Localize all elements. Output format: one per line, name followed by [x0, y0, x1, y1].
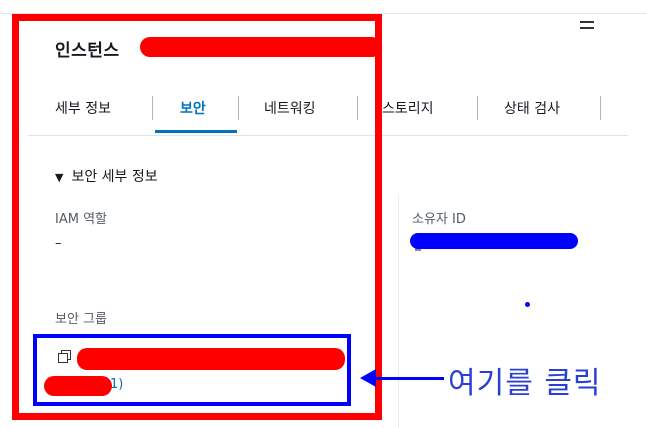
click-here-annotation: 여기를 클릭 — [448, 366, 602, 401]
blue-highlight-frame — [33, 334, 351, 406]
arrow-line — [372, 377, 444, 380]
dot-mark — [525, 302, 530, 307]
tab-status-checks[interactable]: 상태 검사 — [504, 98, 560, 118]
hamburger-menu-icon[interactable] — [580, 21, 594, 29]
owner-id-label: 소유자 ID — [412, 212, 466, 227]
tab-storage[interactable]: 스토리지 — [382, 98, 434, 118]
tab-separator — [477, 96, 478, 120]
top-bar — [0, 0, 647, 14]
tab-separator — [600, 96, 601, 120]
redacted-owner-id — [410, 233, 578, 249]
column-divider — [398, 195, 399, 428]
